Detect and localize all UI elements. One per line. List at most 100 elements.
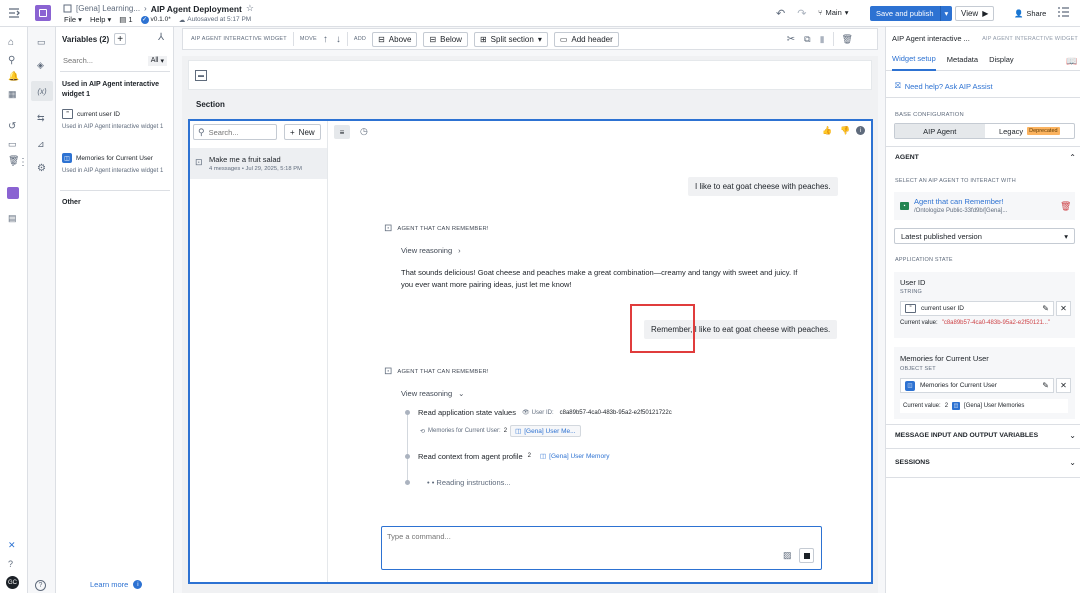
tab-metadata[interactable]: Metadata	[947, 55, 978, 64]
agent-type-icon: ▪	[900, 202, 909, 210]
move-up-icon[interactable]: ↑	[323, 34, 328, 45]
learn-more-link[interactable]: Learn more i	[90, 580, 143, 589]
paste-icon[interactable]: ▮	[820, 34, 825, 45]
help-circle-icon[interactable]: ?	[35, 580, 46, 591]
aip-icon[interactable]: ✕	[8, 540, 16, 551]
view-button[interactable]: View ▶	[955, 6, 995, 21]
app-logo	[35, 5, 51, 21]
history-icon[interactable]: ↺	[8, 121, 16, 132]
breadcrumb-parent[interactable]: [Gena] Learning...	[76, 4, 140, 13]
apps-icon[interactable]: ▦	[8, 89, 17, 100]
conversation-search-input[interactable]	[208, 127, 269, 137]
command-composer[interactable]: ▨	[381, 526, 822, 570]
layout-icon[interactable]: ▭	[37, 37, 46, 48]
home-icon[interactable]: ⌂	[8, 37, 14, 48]
variable-picker[interactable]: ◫ Memories for Current User ✎	[900, 378, 1054, 393]
agent-section-header[interactable]: AGENT ⌃	[895, 153, 1076, 162]
save-dropdown-icon[interactable]: ▾	[939, 6, 953, 21]
avatar[interactable]: GC	[6, 576, 19, 589]
tab-widget-setup[interactable]: Widget setup	[892, 49, 936, 71]
remove-agent-icon[interactable]: 🗑	[1060, 201, 1071, 212]
workshop-app-icon[interactable]	[7, 187, 19, 199]
add-above-button[interactable]: ⊟ Above	[372, 31, 418, 47]
conversation-meta: 4 messages • Jul 29, 2025, 5:18 PM	[209, 166, 302, 172]
seg-aip-agent[interactable]: AIP Agent	[895, 124, 985, 138]
menu-help[interactable]: Help ▾	[90, 15, 111, 24]
conversation-item[interactable]: ⊡ Make me a fruit salad 4 messages • Jul…	[190, 148, 327, 179]
branch-selector[interactable]: ⑂ Main ▾	[818, 8, 849, 17]
help-icon[interactable]: ?	[8, 559, 13, 569]
page-title[interactable]: AIP Agent Deployment	[151, 4, 242, 14]
agent-name: AGENT THAT CAN REMEMBER!	[397, 368, 489, 375]
menu-file[interactable]: File ▾	[64, 15, 82, 24]
state-label: Memories for Current User	[900, 354, 989, 363]
seg-legacy[interactable]: Legacy Deprecated	[985, 124, 1075, 138]
undo-icon[interactable]: ↶	[776, 7, 785, 20]
object-set-icon: ◫	[905, 380, 915, 391]
clear-variable-button[interactable]: ✕	[1056, 378, 1071, 393]
command-input[interactable]	[387, 532, 807, 541]
editor-rail: ▭ ◈ (x) ⇆ ⊿ ⚙ ?	[28, 27, 56, 593]
collapse-sidebar-icon[interactable]	[8, 8, 20, 18]
graph-icon[interactable]: ⅄	[158, 32, 164, 43]
save-publish-button[interactable]: Save and publish ▾	[870, 6, 953, 21]
agent-card[interactable]: ▪ Agent that can Remember! /Ontologize P…	[894, 192, 1075, 220]
thumbs-down-icon[interactable]: 👎	[840, 126, 850, 135]
message-variables-section[interactable]: MESSAGE INPUT AND OUTPUT VARIABLES ⌄	[895, 431, 1076, 440]
aip-assist-link[interactable]: ⛝ Need help? Ask AIP Assist	[895, 81, 993, 91]
add-variable-button[interactable]: +	[114, 33, 127, 45]
add-header-button[interactable]: ▭ Add header	[553, 31, 619, 47]
variable-item[interactable]: ” current user ID Used in AIP Agent inte…	[62, 109, 168, 131]
chart-icon[interactable]: ⊿	[37, 139, 45, 150]
grid-icon[interactable]: ⋮⋮	[8, 157, 28, 168]
layers-icon[interactable]: ◈	[37, 60, 44, 71]
view-reasoning-toggle[interactable]: View reasoning ⌄	[401, 389, 464, 398]
user-id-value: c8a89b57-4ca0-483b-95a2-e2f50121722c	[559, 409, 672, 416]
split-section-button[interactable]: ⊞ Split section ▾	[473, 31, 548, 47]
star-icon[interactable]: ☆	[246, 3, 254, 14]
settings-icon[interactable]: ⚙	[37, 163, 46, 174]
version-badge[interactable]: ✓ v0.1.0*	[140, 15, 171, 24]
image-icon[interactable]: ▨	[783, 550, 792, 561]
move-down-icon[interactable]: ↓	[336, 34, 341, 45]
variable-picker[interactable]: ” current user ID ✎	[900, 301, 1054, 316]
list-view-icon[interactable]: ≡	[334, 125, 350, 139]
delete-icon[interactable]: 🗑	[842, 34, 853, 45]
stop-button[interactable]	[799, 548, 814, 563]
memories-reference[interactable]: ⟲ Memories for Current User: 2 ◫ [Gena] U…	[420, 425, 581, 437]
info-icon[interactable]: i	[856, 126, 865, 135]
eye-icon: 👁	[521, 410, 530, 416]
tab-display[interactable]: Display	[989, 55, 1014, 64]
header-section[interactable]: ▬	[188, 60, 872, 90]
variable-search-input[interactable]	[63, 56, 133, 65]
edit-icon[interactable]: ✎	[1042, 304, 1049, 313]
search-icon[interactable]: ⚲	[8, 55, 15, 66]
view-reasoning-toggle[interactable]: View reasoning ›	[401, 246, 461, 255]
variable-item[interactable]: ◫ Memories for Current User Used in AIP …	[62, 153, 168, 175]
files-icon[interactable]: ▤	[8, 213, 17, 224]
notifications-icon[interactable]: 🔔	[8, 71, 19, 82]
memories-count: 2	[944, 403, 949, 409]
book-icon[interactable]: 📖	[1066, 56, 1077, 67]
redo-icon[interactable]: ↷	[797, 7, 806, 20]
add-below-button[interactable]: ⊟ Below	[423, 31, 468, 47]
agent-name-link[interactable]: Agent that can Remember!	[914, 197, 1004, 206]
agent-profile-chip[interactable]: ◫ [Gena] User Memory	[536, 451, 614, 461]
sessions-section[interactable]: SESSIONS ⌄	[895, 458, 1076, 467]
aip-agent-widget[interactable]: ⚲ +New ⊡ Make me a fruit salad 4 message…	[188, 119, 873, 584]
edit-icon[interactable]: ✎	[1042, 381, 1049, 390]
cut-icon[interactable]: ✂	[787, 34, 795, 45]
clear-variable-button[interactable]: ✕	[1056, 301, 1071, 316]
events-icon[interactable]: ⇆	[37, 113, 45, 124]
variable-filter[interactable]: All ▾	[147, 55, 167, 66]
version-select[interactable]: Latest published version ▾	[894, 228, 1075, 244]
list-menu-icon[interactable]	[1058, 7, 1069, 17]
pages-count[interactable]: ▤ 1	[119, 15, 132, 24]
folder-icon[interactable]: ▭	[8, 139, 17, 150]
new-conversation-button[interactable]: + New	[284, 124, 321, 140]
thumbs-up-icon[interactable]: 👍	[822, 126, 832, 135]
share-button[interactable]: 👤 Share	[1014, 9, 1046, 18]
variables-icon[interactable]: (x)	[31, 81, 53, 101]
copy-icon[interactable]: ⧉	[804, 34, 810, 45]
clock-icon[interactable]: ◷	[360, 126, 368, 137]
